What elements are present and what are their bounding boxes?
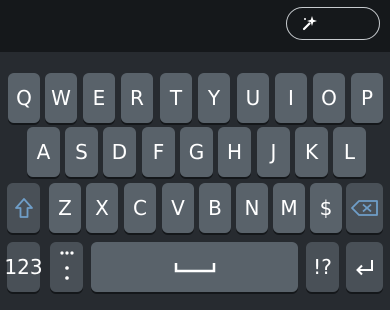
keyboard-row-4: 123 !? bbox=[0, 242, 390, 294]
keyboard-row-1: QWER TYU I OP bbox=[0, 73, 390, 125]
key-label: P bbox=[360, 86, 374, 110]
keyboard: QWER TYU I OP ASDFGH J KL ZXCVBNM $ 123 bbox=[0, 52, 390, 310]
space-bar[interactable] bbox=[91, 242, 298, 292]
key-c[interactable]: C bbox=[124, 183, 156, 233]
shift-key[interactable] bbox=[7, 183, 40, 233]
key-label: Z bbox=[58, 196, 72, 220]
magic-tools-button[interactable] bbox=[286, 7, 380, 40]
key-label: C bbox=[133, 196, 147, 220]
key-w[interactable]: W bbox=[45, 73, 77, 123]
key-label: G bbox=[188, 140, 205, 164]
key-label: L bbox=[343, 140, 356, 164]
key-m[interactable]: M bbox=[273, 183, 305, 233]
key-p[interactable]: P bbox=[351, 73, 383, 123]
key-label: D bbox=[111, 140, 128, 164]
backspace-icon bbox=[350, 200, 378, 216]
key-f[interactable]: F bbox=[142, 127, 175, 177]
key-dollar[interactable]: $ bbox=[310, 183, 342, 233]
key-k[interactable]: K bbox=[295, 127, 328, 177]
key-i[interactable]: I bbox=[275, 73, 307, 123]
key-q[interactable]: Q bbox=[8, 73, 40, 123]
key-x[interactable]: X bbox=[86, 183, 118, 233]
key-label: O bbox=[321, 86, 337, 110]
key-label: F bbox=[152, 140, 165, 164]
key-u[interactable]: U bbox=[237, 73, 269, 123]
key-g[interactable]: G bbox=[180, 127, 213, 177]
key-v[interactable]: V bbox=[162, 183, 194, 233]
key-label: $ bbox=[319, 196, 333, 220]
key-label: Q bbox=[16, 86, 32, 110]
key-label: A bbox=[36, 140, 51, 164]
suggestion-bar bbox=[0, 0, 390, 52]
key-d[interactable]: D bbox=[103, 127, 136, 177]
symbols-key-label: !? bbox=[313, 255, 332, 279]
enter-key[interactable] bbox=[346, 242, 383, 292]
key-o[interactable]: O bbox=[313, 73, 345, 123]
key-label: W bbox=[51, 86, 71, 110]
enter-return-icon bbox=[355, 260, 373, 276]
keyboard-row-2: ASDFGH J KL bbox=[0, 127, 390, 179]
key-b[interactable]: B bbox=[199, 183, 231, 233]
space-bar-icon bbox=[174, 263, 215, 273]
backspace-key[interactable] bbox=[346, 183, 383, 233]
key-y[interactable]: Y bbox=[198, 73, 230, 123]
key-r[interactable]: R bbox=[121, 73, 153, 123]
key-label: S bbox=[75, 140, 88, 164]
key-label: U bbox=[245, 86, 261, 110]
key-label: M bbox=[280, 196, 298, 220]
shift-arrow-icon bbox=[14, 198, 33, 218]
key-label: X bbox=[95, 196, 109, 220]
numbers-key-label: 123 bbox=[4, 255, 43, 279]
key-label: Y bbox=[207, 86, 221, 110]
key-label: B bbox=[208, 196, 222, 220]
key-label: I bbox=[288, 86, 294, 110]
dots-colon-icon bbox=[59, 251, 74, 280]
key-e[interactable]: E bbox=[83, 73, 115, 123]
numbers-key[interactable]: 123 bbox=[4, 242, 43, 292]
key-label: V bbox=[171, 196, 185, 220]
key-z[interactable]: Z bbox=[49, 183, 81, 233]
key-label: T bbox=[169, 86, 183, 110]
symbols-key[interactable]: !? bbox=[306, 242, 339, 292]
sparkle-icon bbox=[302, 16, 317, 31]
key-s[interactable]: S bbox=[65, 127, 98, 177]
key-t[interactable]: T bbox=[160, 73, 192, 123]
key-label: R bbox=[130, 86, 144, 110]
key-l[interactable]: L bbox=[333, 127, 366, 177]
key-label: E bbox=[92, 86, 106, 110]
key-n[interactable]: N bbox=[236, 183, 268, 233]
key-label: K bbox=[304, 140, 319, 164]
key-j[interactable]: J bbox=[257, 127, 290, 177]
key-label: H bbox=[226, 140, 243, 164]
key-a[interactable]: A bbox=[27, 127, 60, 177]
key-h[interactable]: H bbox=[218, 127, 251, 177]
key-label: J bbox=[270, 140, 277, 164]
punctuation-key[interactable] bbox=[50, 242, 83, 292]
keyboard-row-3: Z X C V B N M $ bbox=[0, 183, 390, 235]
key-label: N bbox=[244, 196, 260, 220]
